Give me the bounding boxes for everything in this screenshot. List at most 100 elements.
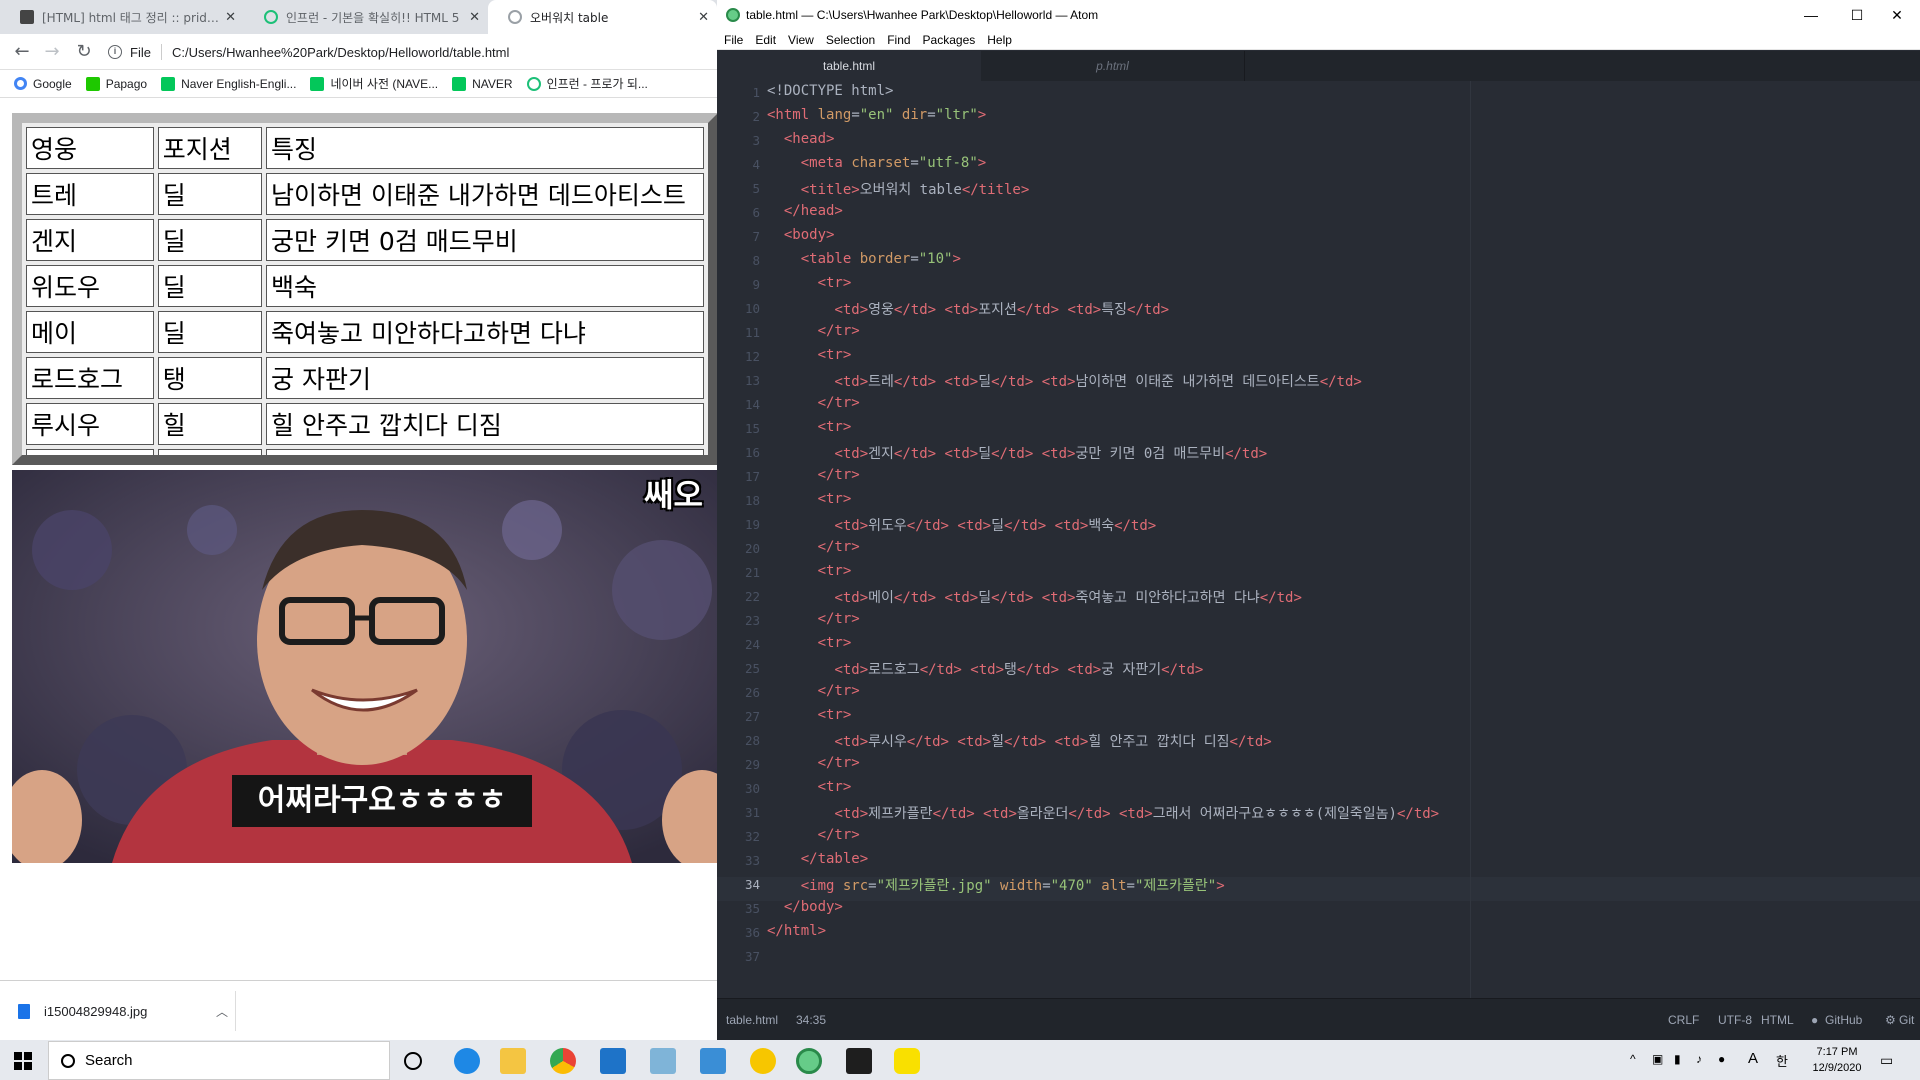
browser-tab-1[interactable]: [HTML] html 태그 정리 :: pridiot ✕ (0, 0, 244, 34)
file-icon (18, 1003, 30, 1019)
tab-p-html[interactable]: p.html (981, 51, 1245, 81)
line-number: 30 (744, 781, 760, 796)
table-cell: 백숙 (266, 265, 704, 307)
git-icon[interactable]: ⚙ (1885, 1013, 1896, 1027)
terminal-icon[interactable] (846, 1048, 872, 1074)
notification-icon[interactable]: ▭ (1880, 1052, 1893, 1069)
status-grammar[interactable]: HTML (1761, 1013, 1794, 1027)
line-number: 3 (752, 133, 760, 148)
weather-icon[interactable]: ● (1718, 1052, 1725, 1066)
bookmark-naver-dict[interactable]: 네이버 사전 (NAVE... (310, 75, 438, 92)
page-content: 영웅 포지션 특징 트레 딜 남이하면 이태준 내가하면 데드아티스트 겐지 딜 궁만 키면 0… (0, 98, 717, 980)
line-number: 21 (744, 565, 760, 580)
menu-file[interactable]: File (724, 33, 743, 47)
bookmark-inflearn[interactable]: 인프런 - 프로가 되... (526, 75, 648, 92)
browser-tab-label: 인프런 - 기본을 확실히!! HTML 5 (286, 10, 460, 25)
battery-icon[interactable]: ▮ (1674, 1052, 1681, 1066)
github-icon[interactable]: ● (1811, 1013, 1818, 1027)
image-corner-text: 쌔오 (644, 476, 703, 514)
status-line-ending[interactable]: CRLF (1668, 1013, 1699, 1027)
ime-mode[interactable]: 한 (1776, 1051, 1788, 1070)
overwatch-table: 영웅 포지션 특징 트레 딜 남이하면 이태준 내가하면 데드아티스트 겐지 딜 궁만 키면 0… (22, 123, 708, 455)
back-arrow-icon[interactable]: ← (12, 42, 32, 62)
code-editor[interactable]: 1 2 3 4 5 6 7 8 9 10 11 12 13 14 15 16 17 18 19 20 21 22 23 24 2… (717, 81, 1920, 998)
volume-icon[interactable]: ♪ (1696, 1052, 1702, 1066)
bookmark-label: Papago (105, 76, 148, 91)
address-bar[interactable]: i File C:/Users/Hwanhee%20Park/Desktop/H… (108, 38, 708, 66)
kakaotalk-icon[interactable] (894, 1048, 920, 1074)
line-number: 14 (744, 397, 760, 412)
table-cell: 궁만 키면 0검 매드무비 (266, 219, 704, 261)
status-git[interactable]: Git (1899, 1013, 1914, 1027)
table-cell: 딜 (157, 219, 263, 261)
close-tab-icon[interactable]: ✕ (225, 10, 236, 25)
media-player-icon[interactable] (750, 1048, 776, 1074)
tab-table-html[interactable]: table.html (717, 51, 981, 81)
status-cursor-position[interactable]: 34:35 (796, 1013, 826, 1027)
bookmark-label: Naver English-Engli... (181, 76, 297, 91)
code-line-32: </tr> (817, 827, 860, 843)
atom-status-bar: table.html 34:35 CRLF UTF-8 HTML ● GitHu… (717, 998, 1920, 1040)
app-icon[interactable] (650, 1048, 676, 1074)
code-line-7: <body> (783, 227, 835, 243)
table-row: 영웅 포지션 특징 (26, 127, 704, 169)
line-number: 37 (744, 949, 760, 964)
table-cell: 로드호그 (26, 357, 154, 399)
bookmark-papago[interactable]: Papago (85, 76, 148, 91)
taskbar-clock[interactable]: 7:17 PM 12/9/2020 (1810, 1044, 1864, 1076)
browser-tab-strip: [HTML] html 태그 정리 :: pridiot ✕ 인프런 - 기본을… (0, 0, 717, 34)
inflearn-icon (526, 76, 541, 91)
line-number: 34 (744, 877, 760, 892)
table-cell: 특징 (266, 127, 704, 169)
window-app-icon[interactable] (700, 1048, 726, 1074)
bookmark-naver-english[interactable]: Naver English-Engli... (161, 76, 297, 91)
forward-arrow-icon[interactable]: → (42, 42, 62, 62)
atom-taskbar-icon[interactable] (796, 1048, 822, 1074)
close-tab-icon[interactable]: ✕ (698, 10, 709, 25)
table-cell: 딜 (157, 311, 263, 353)
line-number: 32 (744, 829, 760, 844)
close-tab-icon[interactable]: ✕ (469, 10, 480, 25)
browser-tab-active[interactable]: 오버워치 table ✕ (488, 0, 717, 34)
url-text[interactable]: C:/Users/Hwanhee%20Park/Desktop/Hellowor… (172, 45, 509, 60)
chevron-up-icon[interactable]: ︿ (216, 1003, 228, 1020)
menu-edit[interactable]: Edit (755, 33, 776, 47)
input-language[interactable]: A (1748, 1050, 1758, 1067)
bookmark-google[interactable]: Google (14, 77, 72, 91)
status-encoding[interactable]: UTF-8 (1718, 1013, 1752, 1027)
status-file-name[interactable]: table.html (726, 1013, 778, 1027)
wrap-guide (1470, 81, 1471, 998)
meet-now-icon[interactable]: ▣ (1652, 1052, 1663, 1066)
bookmarks-bar: Google Papago Naver English-Engli... 네이버… (0, 70, 717, 98)
edge-icon[interactable] (454, 1048, 480, 1074)
file-explorer-icon[interactable] (500, 1048, 526, 1074)
calculator-icon[interactable] (600, 1048, 626, 1074)
cortana-icon[interactable] (404, 1052, 422, 1070)
download-item[interactable]: i15004829948.jpg ︿ (18, 995, 228, 1027)
menu-selection[interactable]: Selection (826, 33, 875, 47)
window-title: table.html — C:\Users\Hwanhee Park\Deskt… (746, 8, 1099, 22)
code-line-4: <meta charset="utf-8"> (800, 155, 987, 171)
naver-dict-icon (161, 76, 176, 91)
bookmark-naver[interactable]: NAVER (452, 76, 513, 91)
menu-view[interactable]: View (788, 33, 814, 47)
minimize-icon[interactable]: — (1788, 0, 1834, 30)
table-cell: 포지션 (157, 127, 263, 169)
line-number: 10 (744, 301, 760, 316)
menu-packages[interactable]: Packages (923, 33, 976, 47)
menu-help[interactable]: Help (987, 33, 1012, 47)
info-icon[interactable]: i (108, 45, 122, 59)
inflearn-favicon-icon (264, 10, 278, 24)
line-number: 15 (744, 421, 760, 436)
windows-start-icon[interactable] (14, 1052, 32, 1070)
close-window-icon[interactable]: ✕ (1874, 0, 1920, 30)
chevron-up-icon[interactable]: ^ (1630, 1052, 1636, 1066)
status-github[interactable]: GitHub (1825, 1013, 1862, 1027)
line-number: 28 (744, 733, 760, 748)
reload-icon[interactable]: ↻ (74, 42, 94, 62)
taskbar-search-box[interactable]: Search (48, 1041, 390, 1080)
chrome-icon[interactable] (550, 1048, 576, 1074)
browser-tab-2[interactable]: 인프런 - 기본을 확실히!! HTML 5 ✕ (244, 0, 488, 34)
menu-find[interactable]: Find (887, 33, 910, 47)
table-cell: 힐 (157, 403, 263, 445)
